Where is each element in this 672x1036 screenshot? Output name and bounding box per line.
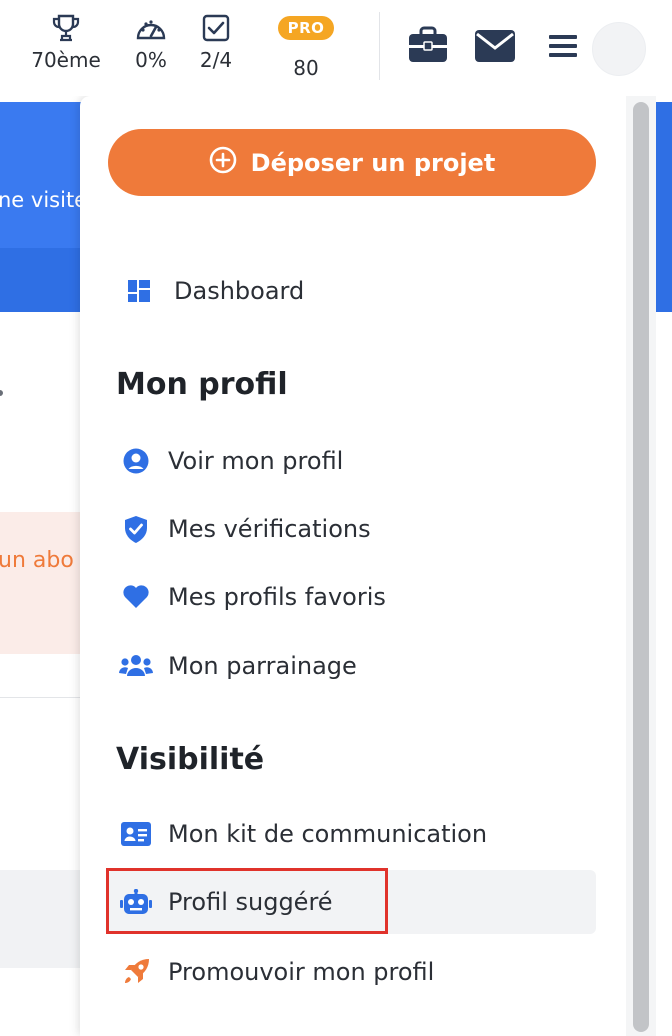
heart-icon [108, 585, 162, 609]
completion-stat[interactable]: 0% [120, 12, 182, 72]
menu-item-dashboard[interactable]: Dashboard [108, 263, 596, 319]
section-title-visibilite: Visibilité [116, 742, 265, 777]
envelope-icon[interactable] [475, 30, 515, 66]
completion-value: 0% [135, 48, 167, 72]
pro-badge: PRO [277, 16, 335, 40]
menu-item-label: Mes vérifications [168, 515, 371, 543]
banner-text-fragment: ne visite [0, 188, 88, 212]
trophy-icon [26, 12, 106, 44]
menu-item-label: Voir mon profil [168, 447, 344, 475]
shield-check-icon [108, 515, 162, 543]
checkbox-icon [186, 12, 246, 44]
menu-item-label: Mes profils favoris [168, 583, 386, 611]
top-bar: 70ème 0% 2/4 PRO 80 [0, 0, 672, 96]
dashboard-grid-icon [108, 280, 168, 302]
rocket-icon [108, 958, 162, 986]
tasks-stat[interactable]: 2/4 [186, 12, 246, 72]
topbar-divider [379, 12, 380, 80]
deposer-projet-label: Déposer un projet [250, 148, 496, 177]
gauge-icon [120, 12, 182, 44]
user-circle-icon [108, 448, 162, 474]
bullet-dot [0, 390, 3, 396]
avatar[interactable] [592, 22, 646, 76]
selection-highlight [106, 868, 388, 934]
menu-item-voir-mon-profil[interactable]: Voir mon profil [108, 433, 596, 489]
alert-text-fragment[interactable]: un abo [0, 548, 74, 573]
users-group-icon [108, 654, 162, 678]
scrollbar-thumb[interactable] [633, 102, 649, 1032]
section-title-mon-profil: Mon profil [116, 367, 288, 402]
briefcase-icon[interactable] [408, 26, 448, 68]
menu-item-label: Mon kit de communication [168, 820, 488, 848]
menu-item-label: Promouvoir mon profil [168, 958, 435, 986]
ranking-value: 70ème [31, 48, 101, 72]
menu-item-promouvoir-profil[interactable]: Promouvoir mon profil [108, 944, 596, 1000]
menu-item-label: Mon parrainage [168, 652, 357, 680]
menu-item-kit-communication[interactable]: Mon kit de communication [108, 806, 596, 862]
menu-item-label: Dashboard [174, 277, 305, 305]
menu-item-mes-verifications[interactable]: Mes vérifications [108, 501, 596, 557]
pro-points-value: 80 [293, 56, 319, 80]
menu-item-mes-profils-favoris[interactable]: Mes profils favoris [108, 569, 596, 625]
id-card-icon [108, 822, 162, 846]
pro-points-stat[interactable]: PRO 80 [272, 14, 340, 80]
plus-circle-icon [209, 146, 237, 180]
deposer-projet-button[interactable]: Déposer un projet [108, 129, 596, 196]
tasks-value: 2/4 [199, 48, 233, 72]
menu-item-mon-parrainage[interactable]: Mon parrainage [108, 638, 596, 694]
ranking-stat[interactable]: 70ème [26, 12, 106, 72]
hamburger-menu-icon[interactable] [549, 34, 577, 62]
